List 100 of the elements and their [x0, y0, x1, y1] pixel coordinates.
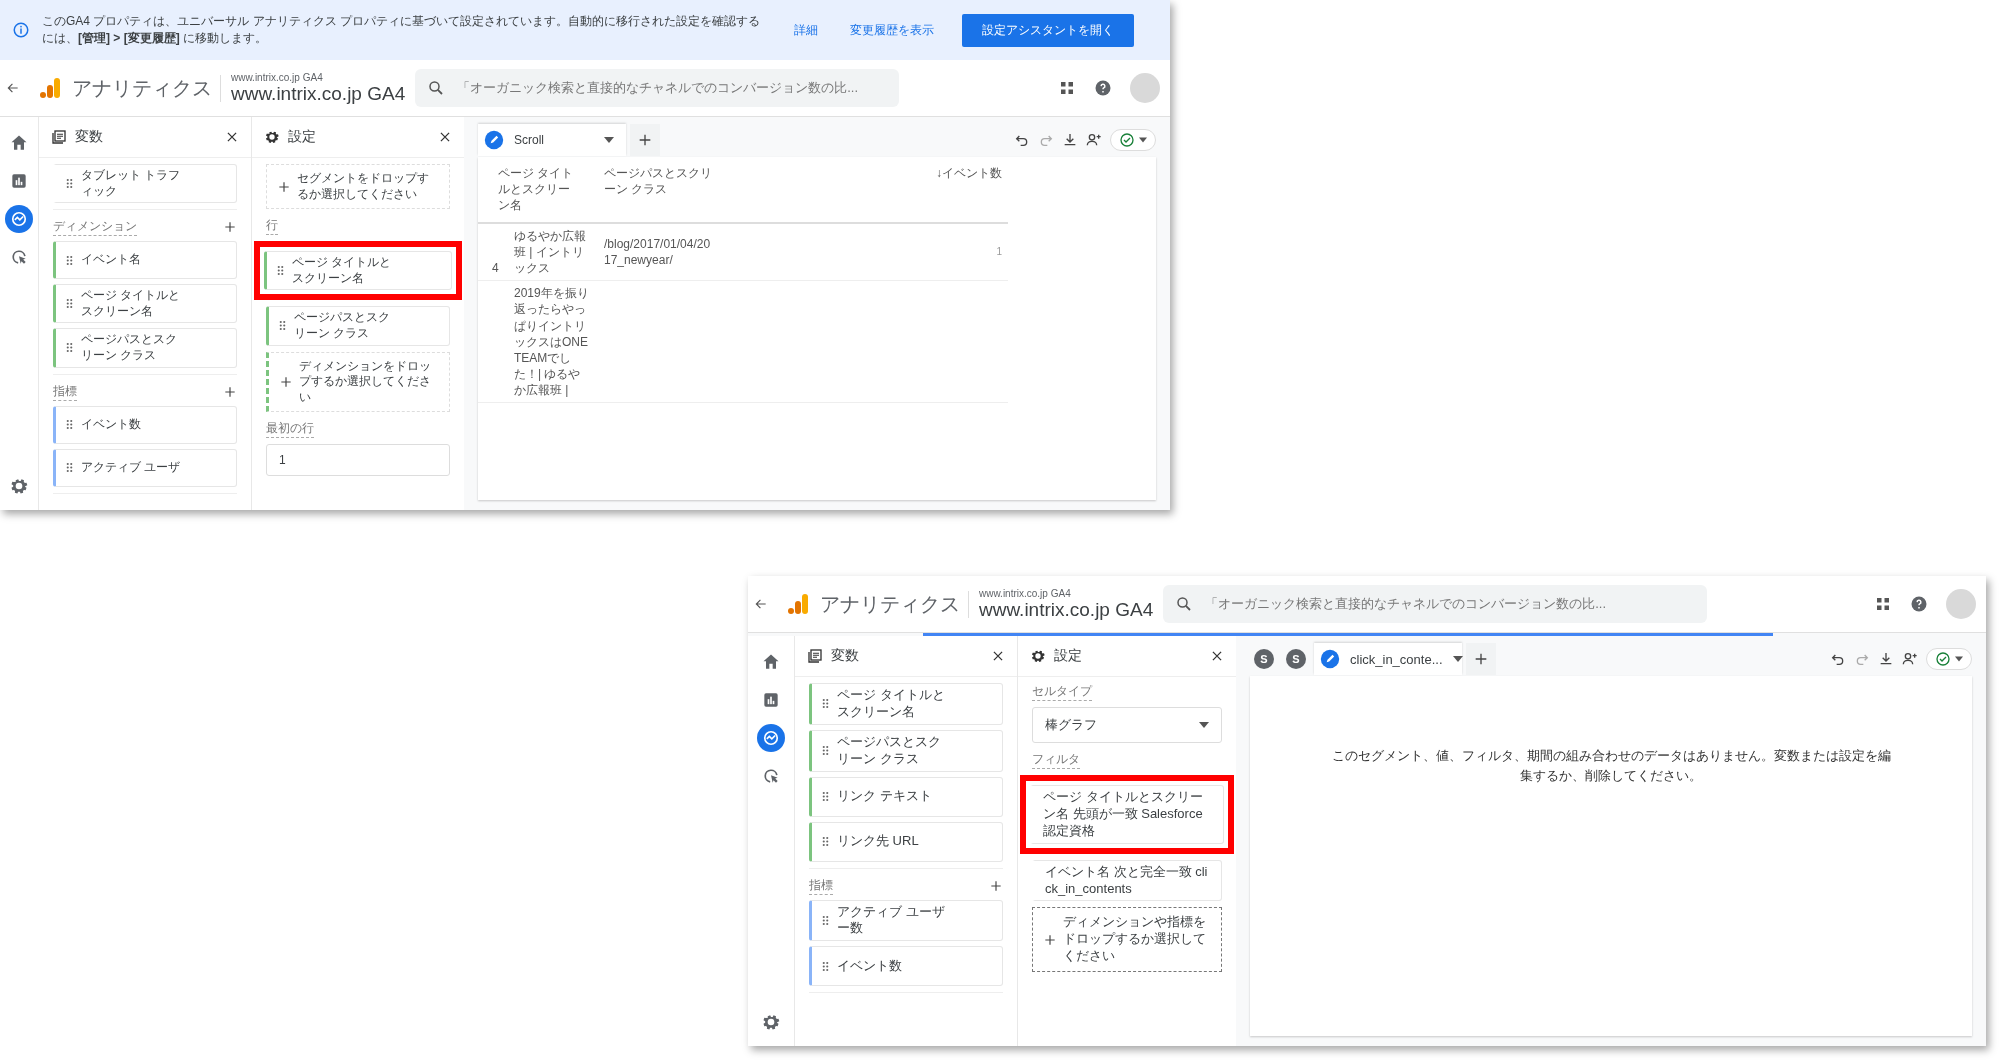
- drag-handle-icon[interactable]: [66, 298, 73, 310]
- search-field[interactable]: 「オーガニック検索と直接的なチャネルでのコンバージョン数の比...: [1163, 585, 1708, 623]
- variable-chip[interactable]: ページパスとスクリーン クラス: [266, 306, 450, 346]
- drop-zone[interactable]: ディメンションや指標をドロップするか選択してください: [1032, 907, 1222, 973]
- variable-chip[interactable]: アクティブ ユーザー数: [809, 899, 1003, 942]
- table-cell: 1: [996, 245, 1002, 259]
- caret-icon[interactable]: [604, 137, 614, 143]
- back-arrow-icon[interactable]: [754, 597, 768, 611]
- list-icon: [807, 648, 823, 664]
- drop-zone[interactable]: セグメントをドロップするか選択してください: [266, 164, 450, 210]
- account-name[interactable]: www.intrix.co.jp GA4: [231, 71, 406, 83]
- segment-chip[interactable]: S: [1254, 649, 1274, 669]
- banner-link[interactable]: 詳細: [794, 21, 818, 39]
- drop-zone[interactable]: ディメンションをドロップするか選択してください: [266, 351, 450, 413]
- variable-chip[interactable]: リンク テキスト: [809, 776, 1003, 817]
- panel-title: 設定: [1054, 647, 1082, 665]
- column-header[interactable]: ページ タイトルとスクリーン名: [478, 157, 598, 224]
- banner-link[interactable]: 変更履歴を表示: [850, 21, 934, 39]
- trend-circle-icon[interactable]: [757, 724, 785, 752]
- drag-handle-icon[interactable]: [279, 320, 286, 332]
- apps-grid-icon[interactable]: [1058, 79, 1076, 97]
- drag-handle-icon[interactable]: [822, 914, 829, 926]
- caret-icon: [1199, 722, 1209, 728]
- variable-chip[interactable]: ページパスとスクリーン クラス: [809, 729, 1003, 772]
- search-field[interactable]: 「オーガニック検索と直接的なチャネルでのコンバージョン数の比...: [415, 69, 900, 107]
- info-icon: [12, 21, 30, 39]
- section-label: 指標: [53, 382, 77, 401]
- check-circle-icon: [1119, 132, 1135, 148]
- close-icon[interactable]: [438, 130, 452, 144]
- close-icon[interactable]: [1210, 649, 1224, 663]
- trend-circle-icon[interactable]: [5, 205, 33, 233]
- plus-icon[interactable]: [223, 220, 237, 235]
- add-person-icon[interactable]: [1086, 132, 1102, 148]
- logo-icon: [38, 76, 62, 100]
- settings-icon: [1030, 648, 1046, 664]
- section-label: 指標: [809, 876, 833, 895]
- back-arrow-icon[interactable]: [6, 81, 20, 95]
- setup-assistant-button[interactable]: 設定アシスタントを開く: [962, 13, 1134, 47]
- variable-chip[interactable]: リンク先 URL: [809, 821, 1003, 862]
- variable-chip[interactable]: タブレット トラフィック: [53, 164, 237, 204]
- row-number: 4: [492, 259, 499, 277]
- drag-handle-icon[interactable]: [66, 462, 73, 474]
- filter-chip[interactable]: ページ タイトルとスクリーン名 先頭が一致 Salesforce 認定資格: [1030, 785, 1224, 844]
- input-field[interactable]: 1: [266, 444, 450, 477]
- help-icon[interactable]: [1094, 79, 1112, 97]
- plus-icon[interactable]: [989, 878, 1003, 893]
- add-tab-button[interactable]: [1466, 643, 1496, 675]
- filter-chip[interactable]: イベント名 次と完全一致 click_in_contents: [1032, 859, 1222, 902]
- caret-icon[interactable]: [1452, 656, 1463, 662]
- panel-title: 変数: [831, 647, 859, 665]
- property-name[interactable]: www.intrix.co.jp GA4: [979, 598, 1154, 621]
- drag-handle-icon[interactable]: [822, 745, 829, 757]
- segment-chip[interactable]: S: [1286, 649, 1306, 669]
- variable-chip[interactable]: アクティブ ユーザ: [53, 448, 237, 487]
- drag-handle-icon[interactable]: [822, 698, 829, 710]
- logo-icon: [786, 592, 810, 616]
- status-menu-button[interactable]: [1926, 648, 1972, 670]
- variable-chip[interactable]: イベント数: [809, 946, 1003, 987]
- settings-icon: [264, 129, 280, 145]
- dropdown[interactable]: 棒グラフ: [1032, 707, 1222, 743]
- drag-handle-icon[interactable]: [66, 419, 73, 431]
- account-name[interactable]: www.intrix.co.jp GA4: [979, 587, 1154, 599]
- panel-title: 変数: [75, 128, 103, 146]
- caret-icon: [1955, 656, 1963, 662]
- empty-message: このセグメント、値、フィルタ、期間の組み合わせのデータはありません。変数または設定を編集するか、削除してください。: [1331, 747, 1891, 785]
- apps-grid-icon[interactable]: [1874, 595, 1892, 613]
- add-tab-button[interactable]: [630, 124, 660, 156]
- column-header[interactable]: ↓イベント数: [718, 157, 1008, 224]
- variable-chip[interactable]: ページパスとスクリーン クラス: [53, 328, 237, 368]
- variable-chip[interactable]: ページ タイトルとスクリーン名: [53, 284, 237, 324]
- section-label: 行: [266, 217, 278, 236]
- drag-handle-icon[interactable]: [822, 960, 829, 972]
- close-icon[interactable]: [225, 130, 239, 144]
- help-icon[interactable]: [1910, 595, 1928, 613]
- close-icon[interactable]: [991, 649, 1005, 663]
- download-icon[interactable]: [1878, 651, 1894, 667]
- variable-chip[interactable]: イベント数: [53, 405, 237, 444]
- variable-chip[interactable]: ページ タイトルとスクリーン名: [809, 683, 1003, 725]
- tab[interactable]: click_in_conte...: [1314, 643, 1462, 675]
- drag-handle-icon[interactable]: [822, 791, 829, 803]
- variable-chip[interactable]: ページ タイトルとスクリーン名: [264, 251, 452, 291]
- plus-icon[interactable]: [223, 384, 237, 399]
- table-cell: /blog/2017/01/04/2017_newyear/: [604, 235, 712, 269]
- drag-handle-icon[interactable]: [66, 254, 73, 266]
- drag-handle-icon[interactable]: [277, 265, 284, 277]
- status-menu-button[interactable]: [1110, 129, 1156, 151]
- plus-icon: [1473, 651, 1489, 667]
- drag-handle-icon[interactable]: [66, 342, 73, 354]
- variable-chip[interactable]: イベント名: [53, 241, 237, 280]
- list-icon: [51, 129, 67, 145]
- drag-handle-icon[interactable]: [822, 836, 829, 848]
- caret-icon: [1139, 137, 1147, 143]
- download-icon[interactable]: [1062, 132, 1078, 148]
- tab[interactable]: Scroll: [478, 124, 626, 156]
- table-cell-text: ゆるやか広報班 | イントリックス: [514, 227, 587, 277]
- add-person-icon[interactable]: [1902, 651, 1918, 667]
- property-name[interactable]: www.intrix.co.jp GA4: [231, 82, 406, 105]
- drag-handle-icon[interactable]: [66, 178, 73, 190]
- column-header[interactable]: ページパスとスクリーン クラス: [598, 157, 718, 224]
- section-label: フィルタ: [1032, 751, 1080, 769]
